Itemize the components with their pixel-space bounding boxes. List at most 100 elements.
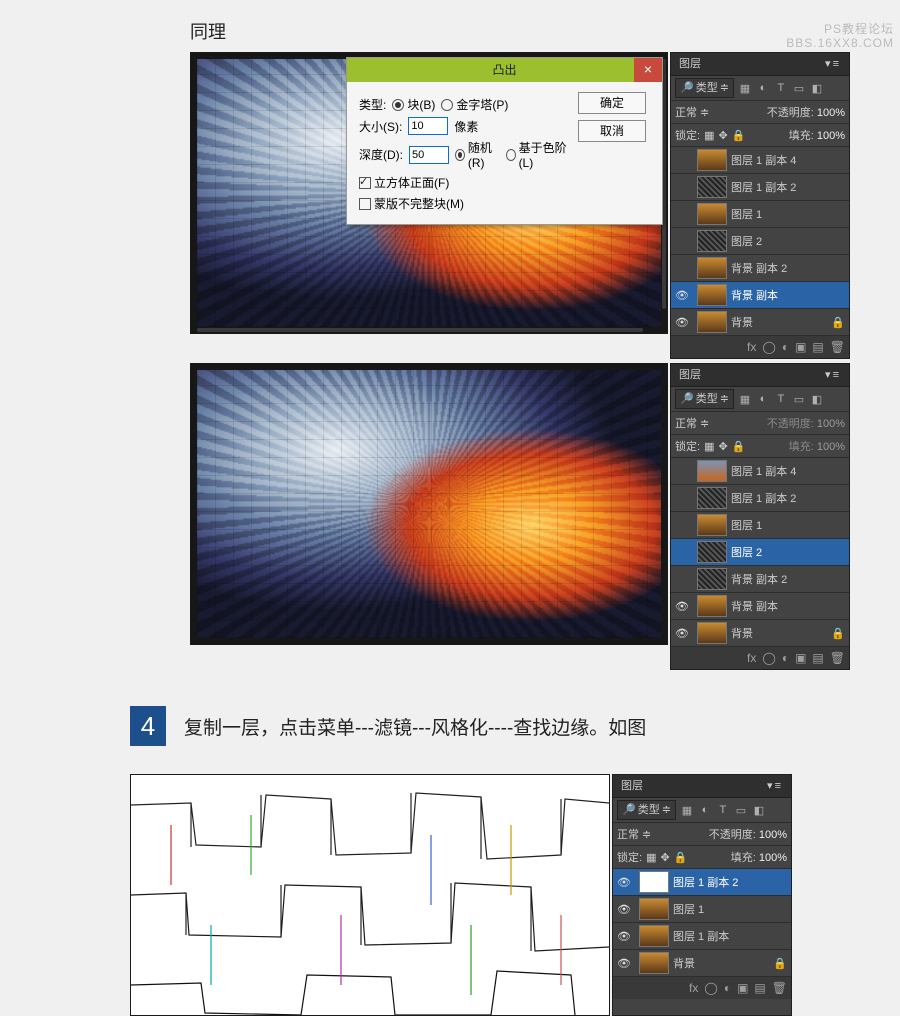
opacity-value[interactable]: 100% <box>759 829 787 841</box>
dialog-title[interactable]: 凸出 × <box>347 58 662 82</box>
visibility-eye-icon[interactable]: 👁 <box>671 289 693 302</box>
filter-shape-icon[interactable]: ▭ <box>792 82 806 95</box>
filter-pixel-icon[interactable]: ▦ <box>680 804 694 817</box>
panel-menu-icon[interactable]: ▾≡ <box>825 53 841 75</box>
trash-icon[interactable]: 🗑 <box>830 340 845 354</box>
layer-thumbnail[interactable] <box>639 871 669 893</box>
filter-adjust-icon[interactable]: ◐ <box>756 393 770 405</box>
layer-row[interactable]: 👁背景🔒 <box>671 620 849 647</box>
layer-name[interactable]: 图层 2 <box>731 544 845 560</box>
folder-icon[interactable]: ▣ <box>795 651 806 665</box>
layer-row[interactable]: 图层 2 <box>671 228 849 255</box>
adjustment-icon[interactable]: ◐ <box>724 981 731 995</box>
layer-name[interactable]: 图层 2 <box>731 233 845 249</box>
layer-row[interactable]: 背景 副本 2 <box>671 566 849 593</box>
layer-name[interactable]: 图层 1 副本 <box>673 928 787 944</box>
cancel-button[interactable]: 取消 <box>578 120 646 142</box>
folder-icon[interactable]: ▣ <box>737 981 748 995</box>
filter-shape-icon[interactable]: ▭ <box>734 804 748 817</box>
mask-icon[interactable]: ◯ <box>762 340 775 354</box>
visibility-eye-icon[interactable]: 👁 <box>613 876 635 889</box>
radio-random[interactable]: 随机(R) <box>455 139 500 170</box>
layer-row[interactable]: 图层 1 <box>671 201 849 228</box>
layer-row[interactable]: 👁 背景 副本 <box>671 282 849 309</box>
radio-block[interactable]: 块(B) <box>392 96 435 113</box>
filter-smart-icon[interactable]: ◧ <box>810 82 824 95</box>
mask-icon[interactable]: ◯ <box>704 981 717 995</box>
mask-icon[interactable]: ◯ <box>762 651 775 665</box>
panel-tab[interactable]: 图层 <box>679 364 701 386</box>
ok-button[interactable]: 确定 <box>578 92 646 114</box>
blend-mode[interactable]: 正常 ≑ <box>675 104 709 120</box>
panel-tab[interactable]: 图层 <box>679 53 701 75</box>
panel-menu-icon[interactable]: ▾≡ <box>825 364 841 386</box>
folder-icon[interactable]: ▣ <box>795 340 806 354</box>
layer-row[interactable]: 👁背景🔒 <box>671 309 849 336</box>
filter-shape-icon[interactable]: ▭ <box>792 393 806 406</box>
visibility-eye-icon[interactable]: 👁 <box>613 903 635 916</box>
lock-pixels-icon[interactable]: ▦ <box>646 851 656 864</box>
panel-tab[interactable]: 图层 <box>621 775 643 797</box>
layer-thumbnail[interactable] <box>697 311 727 333</box>
layer-thumbnail[interactable] <box>697 568 727 590</box>
layer-thumbnail[interactable] <box>639 952 669 974</box>
filter-type-icon[interactable]: T <box>716 804 730 816</box>
layer-name[interactable]: 背景 <box>673 955 773 971</box>
layer-name[interactable]: 图层 1 <box>673 901 787 917</box>
visibility-eye-icon[interactable]: 👁 <box>613 930 635 943</box>
layer-row[interactable]: 图层 1 <box>671 512 849 539</box>
fx-icon[interactable]: fx <box>747 340 756 354</box>
layer-row[interactable]: 图层 1 副本 2 <box>671 174 849 201</box>
filter-adjust-icon[interactable]: ◐ <box>756 82 770 94</box>
filter-pixel-icon[interactable]: ▦ <box>738 393 752 406</box>
lock-all-icon[interactable]: 🔒 <box>732 440 746 453</box>
adjustment-icon[interactable]: ◐ <box>782 651 789 665</box>
filter-type-icon[interactable]: T <box>774 393 788 405</box>
layer-name[interactable]: 图层 1 <box>731 517 845 533</box>
layer-thumbnail[interactable] <box>639 898 669 920</box>
layer-row[interactable]: 👁背景 副本 <box>671 593 849 620</box>
layer-row[interactable]: 背景 副本 2 <box>671 255 849 282</box>
filter-adjust-icon[interactable]: ◐ <box>698 804 712 816</box>
check-mask-incomplete[interactable]: 蒙版不完整块(M) <box>359 195 464 212</box>
layer-name[interactable]: 图层 1 副本 2 <box>731 179 845 195</box>
visibility-eye-icon[interactable]: 👁 <box>671 316 693 329</box>
layer-name[interactable]: 背景 副本 2 <box>731 260 845 276</box>
filter-pixel-icon[interactable]: ▦ <box>738 82 752 95</box>
size-input[interactable] <box>408 117 448 135</box>
filter-smart-icon[interactable]: ◧ <box>752 804 766 817</box>
layer-name[interactable]: 背景 副本 <box>731 287 845 303</box>
blend-mode[interactable]: 正常 ≑ <box>617 826 651 842</box>
layer-thumbnail[interactable] <box>639 925 669 947</box>
layer-thumbnail[interactable] <box>697 514 727 536</box>
layer-name[interactable]: 图层 1 副本 2 <box>673 874 787 890</box>
lock-all-icon[interactable]: 🔒 <box>732 129 746 142</box>
layer-row[interactable]: 图层 1 副本 4 <box>671 147 849 174</box>
layer-thumbnail[interactable] <box>697 230 727 252</box>
lock-pixels-icon[interactable]: ▦ <box>704 129 714 142</box>
check-solid-front[interactable]: 立方体正面(F) <box>359 174 449 191</box>
layer-name[interactable]: 图层 1 副本 2 <box>731 490 845 506</box>
close-icon[interactable]: × <box>634 58 662 82</box>
layer-row[interactable]: 图层 1 副本 4 <box>671 458 849 485</box>
layer-row[interactable]: 图层 2 <box>671 539 849 566</box>
layer-row[interactable]: 👁 图层 1 副本 2 <box>613 869 791 896</box>
layer-row[interactable]: 👁 图层 1 副本 <box>613 923 791 950</box>
visibility-eye-icon[interactable]: 👁 <box>613 957 635 970</box>
layer-thumbnail[interactable] <box>697 149 727 171</box>
opacity-value[interactable]: 100% <box>817 107 845 119</box>
layer-thumbnail[interactable] <box>697 595 727 617</box>
filter-smart-icon[interactable]: ◧ <box>810 393 824 406</box>
fill-value[interactable]: 100% <box>817 130 845 142</box>
layer-row[interactable]: 图层 1 副本 2 <box>671 485 849 512</box>
radio-level[interactable]: 基于色阶(L) <box>506 139 568 170</box>
blend-mode[interactable]: 正常 ≑ <box>675 415 709 431</box>
layer-thumbnail[interactable] <box>697 541 727 563</box>
new-layer-icon[interactable]: ▤ <box>812 340 823 354</box>
filter-kind[interactable]: 🔎类型 ≑ <box>675 78 734 98</box>
visibility-eye-icon[interactable]: 👁 <box>671 627 693 640</box>
layer-name[interactable]: 图层 1 <box>731 206 845 222</box>
layer-row[interactable]: 👁 图层 1 <box>613 896 791 923</box>
layer-row[interactable]: 👁背景🔒 <box>613 950 791 977</box>
layer-name[interactable]: 背景 副本 2 <box>731 571 845 587</box>
